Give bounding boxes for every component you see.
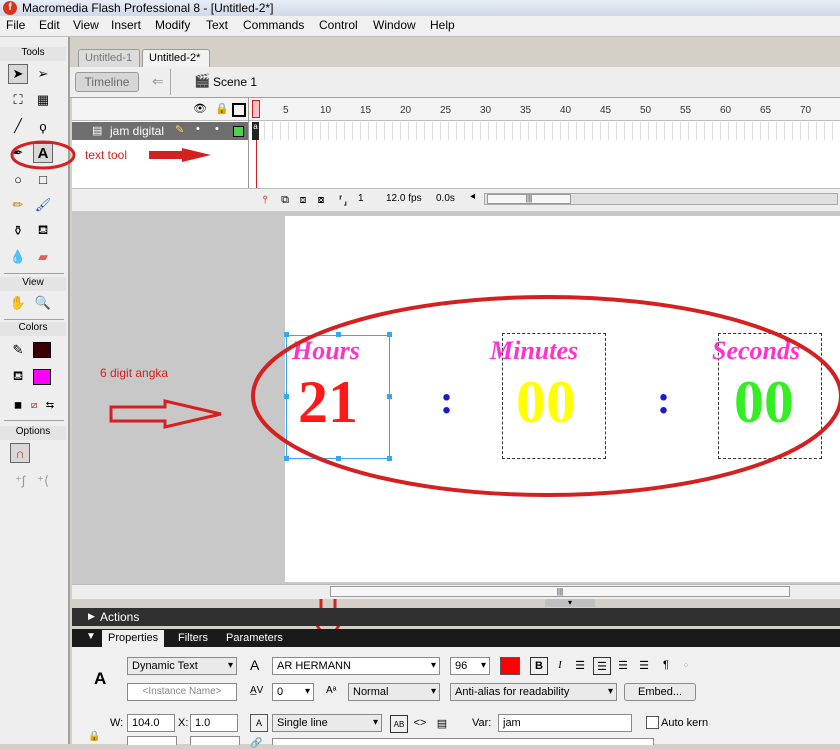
x-label: X:	[178, 717, 189, 729]
properties-panel-tabs: ▼ Properties Filters Parameters	[72, 629, 840, 647]
tab-properties[interactable]: Properties	[102, 630, 165, 647]
show-border-icon[interactable]: ▤	[434, 715, 450, 731]
tab-parameters[interactable]: Parameters	[220, 630, 289, 647]
text-tool-arrow	[149, 148, 211, 162]
selectable-icon[interactable]: AB	[390, 715, 408, 733]
stage-scroll-thumb[interactable]: |||	[330, 586, 790, 597]
collapse-arrow-icon[interactable]: ▼	[86, 631, 96, 642]
actions-label: Actions	[100, 610, 140, 624]
stage-scrollbar[interactable]: |||	[72, 584, 840, 599]
text-type-select[interactable]: Dynamic Text	[127, 657, 237, 675]
font-select[interactable]: AR HERMANN	[272, 657, 440, 675]
align-right-icon[interactable]: ☰	[615, 657, 631, 673]
letter-spacing-icon: A̲V	[250, 685, 264, 696]
italic-button[interactable]: I	[552, 657, 568, 673]
line-type-icon: A	[250, 714, 268, 732]
paragraph-format-icon[interactable]: ¶	[658, 657, 674, 673]
align-center-icon[interactable]: ☰	[593, 657, 611, 675]
antialias-select[interactable]: Anti-alias for readability	[450, 683, 617, 701]
font-icon: A	[250, 657, 260, 673]
x-input[interactable]: 1.0	[190, 714, 238, 732]
bold-button[interactable]: B	[530, 657, 548, 675]
var-label: Var:	[472, 717, 492, 729]
lock-aspect-icon[interactable]: 🔒	[88, 731, 100, 742]
tab-filters[interactable]: Filters	[172, 630, 214, 647]
render-html-icon[interactable]: <>	[412, 715, 428, 731]
expand-arrow-icon: ▶	[88, 611, 95, 621]
text-options-icon[interactable]: ⁘	[678, 657, 694, 673]
justify-icon[interactable]: ☰	[636, 657, 652, 673]
width-input[interactable]: 104.0	[127, 714, 175, 732]
embed-button[interactable]: Embed...	[624, 683, 696, 701]
text-type-icon: A	[94, 669, 107, 688]
auto-kern-checkbox[interactable]	[646, 716, 659, 729]
width-label: W:	[110, 717, 124, 729]
digits-annotation: 6 digit angka	[100, 366, 169, 380]
text-tool-highlight-ellipse	[10, 140, 76, 170]
align-left-icon[interactable]: ☰	[572, 657, 588, 673]
font-size-input[interactable]: 96	[450, 657, 490, 675]
letter-spacing-input[interactable]: 0	[272, 683, 314, 701]
auto-kern-label: Auto kern	[661, 717, 709, 729]
digits-arrow	[109, 399, 222, 429]
character-position-select[interactable]: Normal	[348, 683, 440, 701]
character-position-icon: Aᵃ	[326, 685, 337, 696]
panel-collapse-icon[interactable]: ▾	[545, 599, 595, 607]
line-type-select[interactable]: Single line	[272, 714, 382, 732]
properties-panel: A Dynamic Text <Instance Name> A AR HERM…	[72, 647, 840, 749]
instance-name-input[interactable]: <Instance Name>	[127, 683, 237, 701]
text-tool-annotation: text tool	[85, 148, 128, 162]
text-color-swatch[interactable]	[500, 657, 520, 675]
var-input[interactable]: jam	[498, 714, 632, 732]
actions-panel-header[interactable]: ▶ Actions	[72, 608, 840, 626]
digits-highlight-ellipse	[251, 295, 840, 497]
